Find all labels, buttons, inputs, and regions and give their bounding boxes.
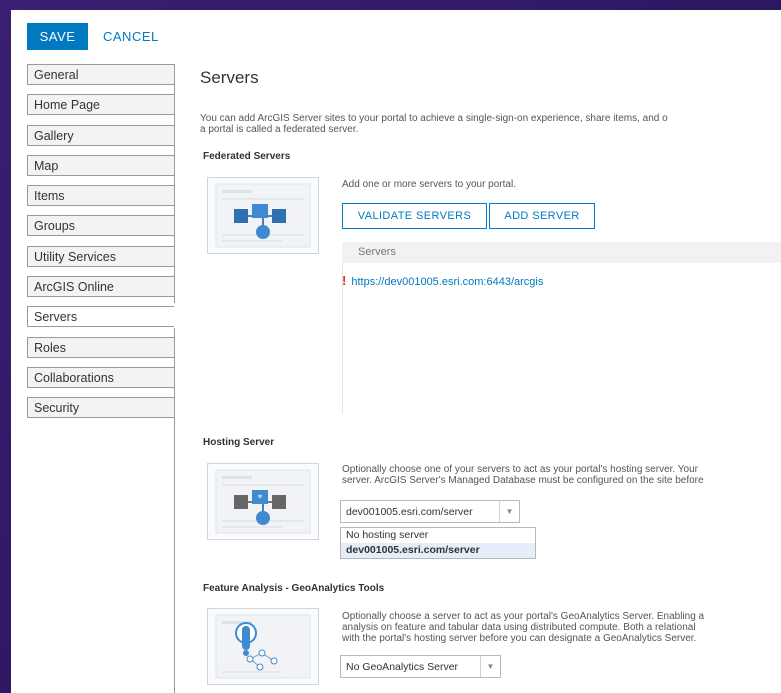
page-title: Servers (200, 68, 259, 87)
warning-icon: ! (342, 273, 347, 288)
sidebar-item-security[interactable]: Security (27, 397, 174, 419)
svg-text:*: * (258, 493, 263, 504)
sidebar-item-items[interactable]: Items (27, 185, 174, 207)
federated-servers-illustration (207, 177, 319, 254)
federated-servers-heading: Federated Servers (203, 151, 291, 162)
dropdown-option-no-hosting[interactable]: No hosting server (341, 528, 535, 543)
geoanalytics-heading: Feature Analysis - GeoAnalytics Tools (203, 583, 385, 594)
hosting-server-illustration: * (207, 463, 319, 540)
sidebar-item-collaborations[interactable]: Collaborations (27, 366, 174, 388)
chevron-down-icon[interactable]: ▼ (480, 656, 500, 677)
server-list-item[interactable]: ! https://dev001005.esri.com:6443/arcgis (342, 273, 543, 288)
portal-settings-page: SAVE CANCEL General Home Page Gallery Ma… (11, 10, 781, 693)
hosting-server-heading: Hosting Server (203, 437, 275, 448)
intro-text: You can add ArcGIS Server sites to your … (200, 113, 668, 135)
geoanalytics-select-value: No GeoAnalytics Server (346, 660, 459, 673)
cancel-button[interactable]: CANCEL (103, 23, 159, 50)
sidebar-item-map[interactable]: Map (27, 154, 174, 176)
server-url-link[interactable]: https://dev001005.esri.com:6443/arcgis (351, 276, 543, 288)
hosting-server-select[interactable]: dev001005.esri.com/server ▼ (340, 500, 520, 523)
validate-servers-button[interactable]: VALIDATE SERVERS (342, 203, 487, 229)
geoanalytics-illustration (207, 608, 319, 685)
sidebar-item-roles[interactable]: Roles (27, 336, 174, 358)
sidebar-divider (174, 64, 175, 693)
sidebar-item-groups[interactable]: Groups (27, 215, 174, 237)
sidebar-item-utility-services[interactable]: Utility Services (27, 245, 174, 267)
sidebar-item-home-page[interactable]: Home Page (27, 94, 174, 116)
hosting-server-dropdown: No hosting server dev001005.esri.com/ser… (340, 527, 536, 559)
federated-servers-description: Add one or more servers to your portal. (342, 179, 516, 190)
sidebar-item-servers[interactable]: Servers (27, 306, 174, 328)
active-tab-gap (174, 303, 175, 328)
add-server-button[interactable]: ADD SERVER (489, 203, 595, 229)
dropdown-option-dev-server[interactable]: dev001005.esri.com/server (341, 543, 535, 558)
hosting-server-select-value: dev001005.esri.com/server (346, 505, 473, 518)
sidebar-item-arcgis-online[interactable]: ArcGIS Online (27, 276, 174, 298)
geoanalytics-server-select[interactable]: No GeoAnalytics Server ▼ (340, 655, 501, 678)
servers-table-header: Servers (342, 242, 781, 263)
settings-sidebar: General Home Page Gallery Map Items Grou… (27, 64, 174, 428)
geoanalytics-description: Optionally choose a server to act as you… (342, 611, 705, 644)
sidebar-item-gallery[interactable]: Gallery (27, 124, 174, 146)
sidebar-item-general[interactable]: General (27, 64, 174, 85)
hosting-server-description: Optionally choose one of your servers to… (342, 464, 704, 486)
chevron-down-icon[interactable]: ▼ (499, 501, 519, 522)
save-button[interactable]: SAVE (27, 23, 88, 50)
